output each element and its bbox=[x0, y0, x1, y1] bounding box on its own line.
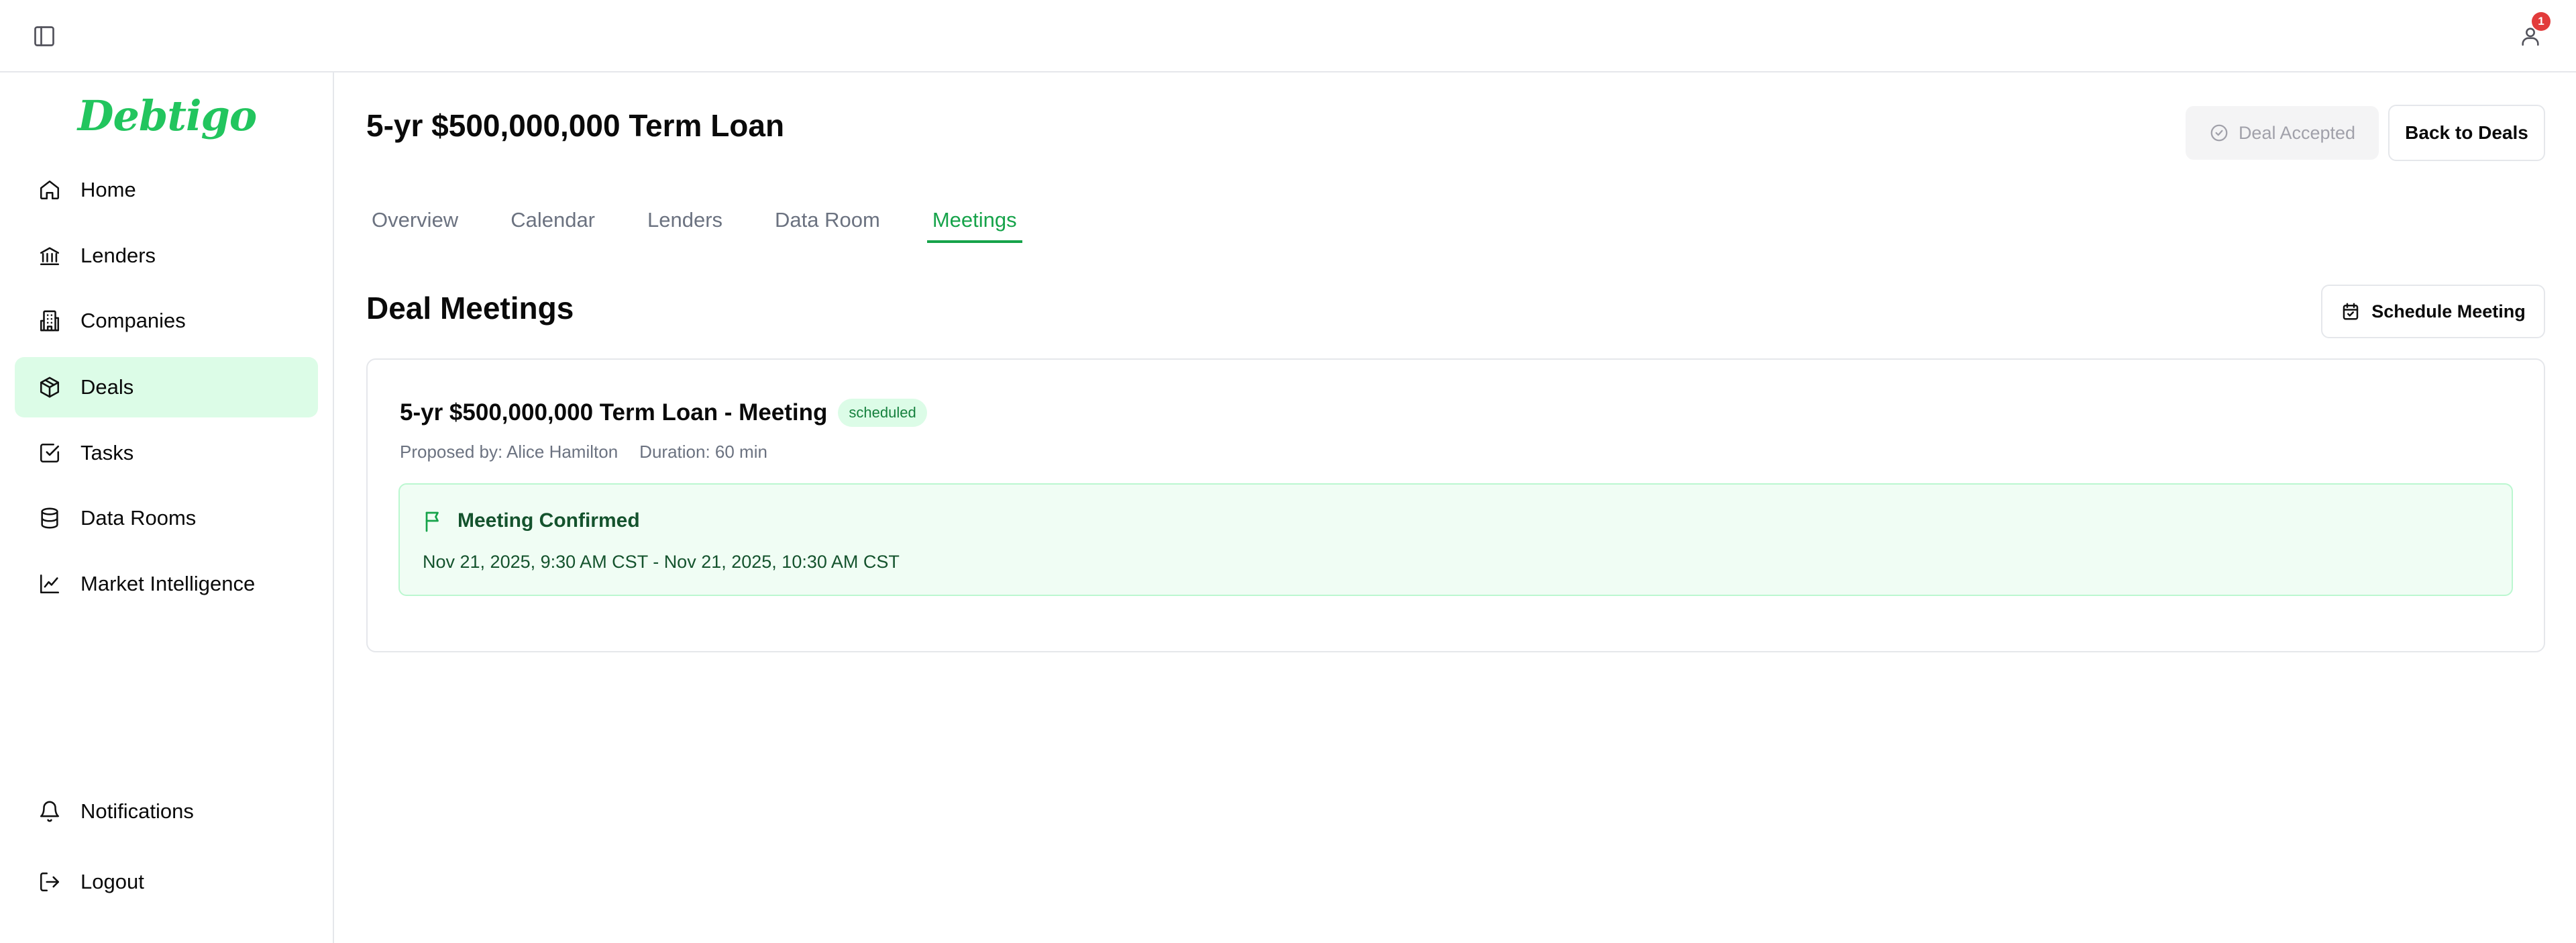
notification-badge: 1 bbox=[2532, 12, 2551, 31]
bank-icon bbox=[36, 242, 63, 269]
tab-data-room[interactable]: Data Room bbox=[769, 200, 885, 260]
meeting-confirmed-panel: Meeting Confirmed Nov 21, 2025, 9:30 AM … bbox=[398, 483, 2513, 596]
check-circle-icon bbox=[2210, 124, 2228, 142]
sidebar-item-label: Companies bbox=[80, 309, 186, 332]
sidebar-item-label: Notifications bbox=[80, 799, 194, 823]
sidebar-item-label: Lenders bbox=[80, 244, 156, 267]
section-title: Deal Meetings bbox=[366, 291, 574, 326]
confirmed-header: Meeting Confirmed bbox=[423, 509, 640, 533]
sidebar-item-label: Logout bbox=[80, 870, 144, 893]
database-icon bbox=[36, 505, 63, 532]
calendar-icon bbox=[2343, 303, 2359, 320]
deal-tabs: Overview Calendar Lenders Data Room Meet… bbox=[366, 200, 1064, 260]
status-badge: scheduled bbox=[838, 399, 927, 427]
confirmed-label: Meeting Confirmed bbox=[458, 509, 640, 532]
meeting-title-row: 5-yr $500,000,000 Term Loan - Meeting sc… bbox=[400, 399, 927, 427]
sidebar-item-tasks[interactable]: Tasks bbox=[15, 423, 318, 483]
tab-lenders[interactable]: Lenders bbox=[642, 200, 728, 260]
sidebar-item-label: Market Intelligence bbox=[80, 572, 256, 595]
meeting-time-range: Nov 21, 2025, 9:30 AM CST - Nov 21, 2025… bbox=[423, 552, 900, 572]
app-logo[interactable]: Debtigo bbox=[0, 91, 334, 140]
duration: Duration: 60 min bbox=[639, 442, 767, 462]
meeting-meta: Proposed by: Alice Hamilton Duration: 60… bbox=[400, 442, 767, 462]
user-menu-button[interactable]: 1 bbox=[2514, 12, 2551, 52]
sidebar-item-label: Tasks bbox=[80, 441, 134, 464]
tab-overview[interactable]: Overview bbox=[366, 200, 464, 260]
deal-accepted-label: Deal Accepted bbox=[2238, 122, 2356, 143]
package-icon bbox=[36, 374, 63, 401]
logout-icon bbox=[36, 868, 63, 895]
back-to-deals-button[interactable]: Back to Deals bbox=[2388, 105, 2545, 161]
sidebar-item-label: Home bbox=[80, 178, 136, 201]
tab-meetings[interactable]: Meetings bbox=[926, 200, 1022, 260]
sidebar-item-deals[interactable]: Deals bbox=[15, 357, 318, 417]
home-icon bbox=[36, 177, 63, 203]
sidebar-item-label: Data Rooms bbox=[80, 506, 197, 530]
tab-calendar[interactable]: Calendar bbox=[505, 200, 600, 260]
building-icon bbox=[36, 307, 63, 334]
bell-icon bbox=[36, 798, 63, 825]
sidebar-item-logout[interactable]: Logout bbox=[15, 852, 318, 912]
schedule-meeting-label: Schedule Meeting bbox=[2371, 301, 2526, 321]
sidebar-item-data-rooms[interactable]: Data Rooms bbox=[15, 488, 318, 548]
top-bar: 1 bbox=[0, 0, 2576, 72]
sidebar-item-lenders[interactable]: Lenders bbox=[15, 226, 318, 286]
sidebar-item-label: Deals bbox=[80, 375, 134, 399]
checkbox-icon bbox=[36, 440, 63, 466]
sidebar-toggle-icon[interactable] bbox=[30, 21, 59, 51]
meeting-card: 5-yr $500,000,000 Term Loan - Meeting sc… bbox=[366, 358, 2545, 652]
sidebar-item-market-intelligence[interactable]: Market Intelligence bbox=[15, 554, 318, 614]
meeting-title: 5-yr $500,000,000 Term Loan - Meeting bbox=[400, 399, 828, 426]
sidebar-item-home[interactable]: Home bbox=[15, 160, 318, 220]
deal-accepted-button: Deal Accepted bbox=[2186, 106, 2379, 160]
page-title: 5-yr $500,000,000 Term Loan bbox=[366, 108, 785, 143]
chart-line-icon bbox=[36, 570, 63, 597]
flag-icon bbox=[425, 511, 439, 532]
sidebar-item-notifications[interactable]: Notifications bbox=[15, 781, 318, 842]
sidebar: Debtigo Home Lenders Companies Deals Tas… bbox=[0, 72, 334, 943]
schedule-meeting-button[interactable]: Schedule Meeting bbox=[2321, 285, 2545, 338]
sidebar-item-companies[interactable]: Companies bbox=[15, 291, 318, 351]
proposed-by: Proposed by: Alice Hamilton bbox=[400, 442, 619, 462]
